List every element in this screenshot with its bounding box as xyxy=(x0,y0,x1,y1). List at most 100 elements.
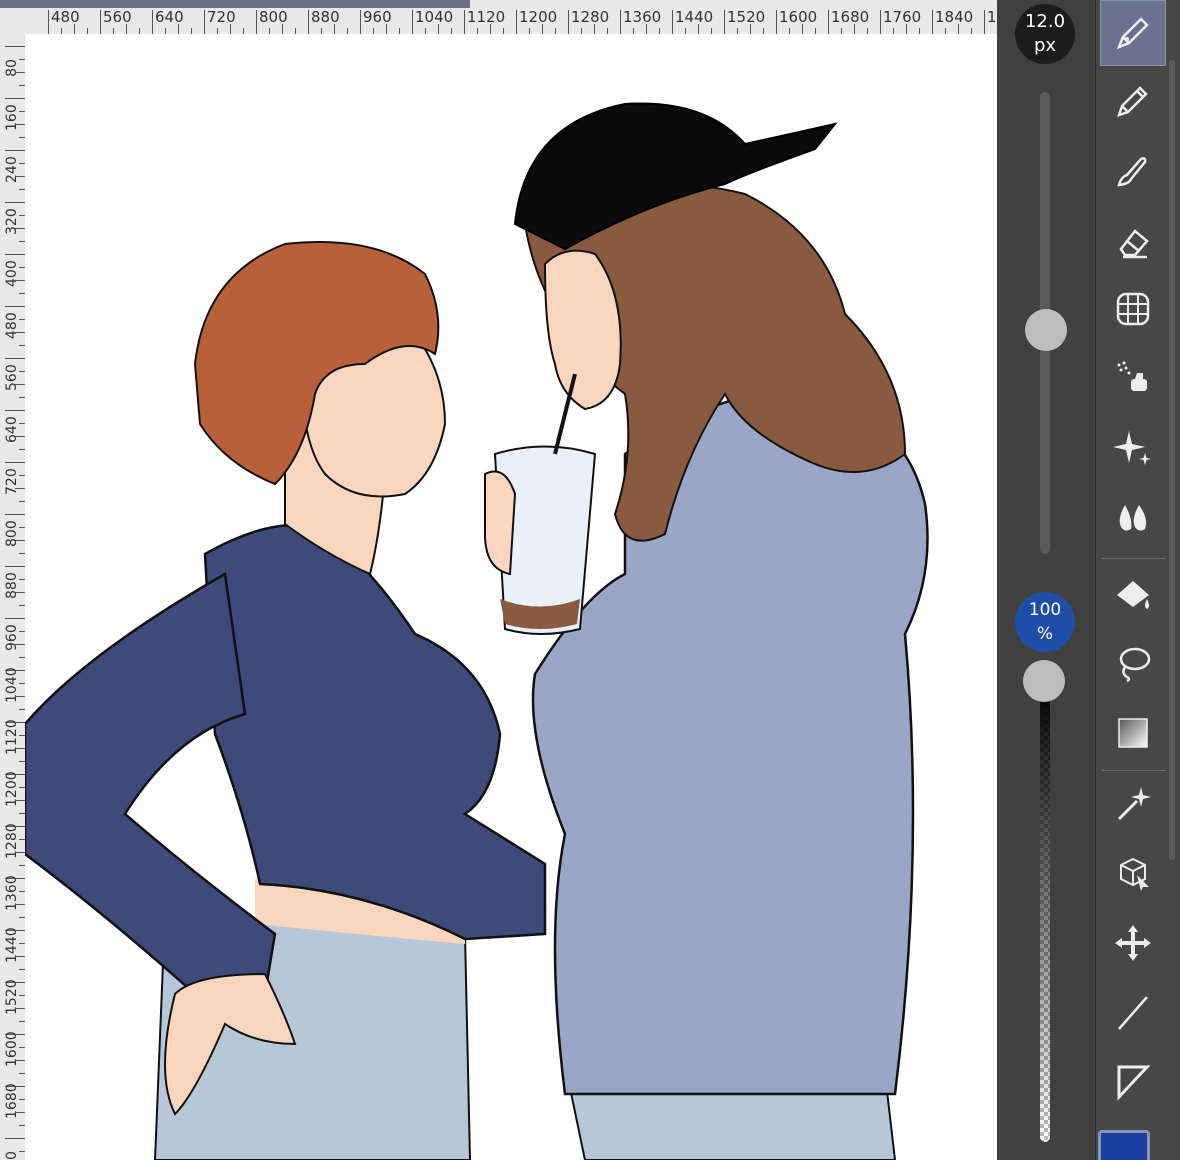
top-ruler-label: 1760 xyxy=(883,8,922,26)
left-ruler-label: 320 xyxy=(4,208,20,235)
top-ruler-label: 1840 xyxy=(935,8,974,26)
top-ruler-label: 19 xyxy=(987,8,997,26)
top-ruler-minor-tick xyxy=(74,24,75,34)
gradient-icon xyxy=(1118,718,1148,748)
polyline-icon xyxy=(1117,1065,1151,1101)
tool-blend-drops[interactable] xyxy=(1100,484,1166,550)
3d-object-select-icon xyxy=(1120,857,1149,891)
left-ruler-minor-tick xyxy=(15,124,25,125)
top-ruler-label: 1680 xyxy=(831,8,870,26)
top-ruler-minor-tick xyxy=(490,24,491,34)
top-ruler-minor-tick xyxy=(386,24,387,34)
tool-fill-bucket[interactable] xyxy=(1100,564,1166,630)
left-ruler-minor-tick xyxy=(15,436,25,437)
left-ruler-minor-tick xyxy=(15,332,25,333)
tool-lasso[interactable] xyxy=(1100,630,1166,696)
document-tab-strip[interactable] xyxy=(0,0,470,8)
tool-line[interactable] xyxy=(1100,980,1166,1046)
left-ruler-tick xyxy=(5,46,25,47)
top-ruler-label: 1360 xyxy=(623,8,662,26)
main-color-swatch[interactable] xyxy=(1098,1130,1150,1160)
left-ruler-label: 960 xyxy=(4,624,20,651)
tool-polyline[interactable] xyxy=(1100,1048,1166,1114)
left-ruler-tick xyxy=(5,98,25,99)
left-ruler-minor-tick xyxy=(15,592,25,593)
left-ruler: 80 160 240 320 400 480 560 640 720 800 880 960 1040 1… xyxy=(0,34,25,1160)
top-ruler-tick xyxy=(516,10,517,34)
top-ruler-tick xyxy=(568,10,569,34)
top-ruler-minor-tick xyxy=(958,24,959,34)
tool-bar-scrollbar[interactable] xyxy=(1169,60,1175,860)
top-ruler-label: 1200 xyxy=(519,8,558,26)
left-figure-shirt xyxy=(203,523,547,941)
left-ruler-minor-tick xyxy=(15,176,25,177)
line-icon xyxy=(1118,996,1148,1030)
top-ruler-label: 960 xyxy=(363,8,392,26)
drawing-canvas[interactable] xyxy=(25,34,997,1160)
brush-opacity-slider-handle[interactable] xyxy=(1023,660,1065,702)
magic-wand-icon xyxy=(1117,787,1151,821)
tool-transform-grid[interactable] xyxy=(1100,276,1166,342)
top-ruler-label: 880 xyxy=(311,8,340,26)
brush-size-indicator: 12.0 px xyxy=(1015,4,1075,64)
tool-3d-object-select[interactable] xyxy=(1100,840,1166,906)
top-ruler-label: 720 xyxy=(207,8,236,26)
left-ruler-label: 1040 xyxy=(4,667,20,703)
left-ruler-label: 1520 xyxy=(4,979,20,1015)
tool-sparkle-decoration[interactable] xyxy=(1100,414,1166,480)
top-ruler-tick xyxy=(256,10,257,34)
left-ruler-label: 560 xyxy=(4,364,20,391)
left-ruler-minor-tick xyxy=(15,1008,25,1009)
tool-brush[interactable] xyxy=(1100,138,1166,204)
left-ruler-minor-tick xyxy=(15,384,25,385)
tool-pen[interactable] xyxy=(1100,0,1166,66)
top-ruler-tick xyxy=(204,10,205,34)
pencil-icon xyxy=(1117,86,1148,117)
top-ruler-tick xyxy=(152,10,153,34)
left-ruler-minor-tick xyxy=(15,956,25,957)
brush-opacity-indicator: 100 % xyxy=(1015,592,1075,652)
top-ruler-tick xyxy=(932,10,933,34)
tool-airbrush[interactable] xyxy=(1100,344,1166,410)
tool-eraser[interactable] xyxy=(1100,208,1166,274)
left-ruler-minor-tick xyxy=(15,488,25,489)
top-ruler-minor-tick xyxy=(126,24,127,34)
lasso-icon xyxy=(1119,647,1151,683)
top-ruler-label: 1600 xyxy=(779,8,818,26)
brush-size-slider-handle[interactable] xyxy=(1025,309,1067,351)
brush-opacity-value: 100 xyxy=(1028,600,1062,620)
left-ruler-minor-tick xyxy=(15,748,25,749)
left-ruler-label: 1120 xyxy=(4,719,20,755)
top-ruler-tick xyxy=(984,10,985,34)
top-ruler-label: 1520 xyxy=(727,8,766,26)
left-ruler-minor-tick xyxy=(15,280,25,281)
left-ruler-tick xyxy=(5,1138,25,1139)
brush-size-unit: px xyxy=(1033,35,1057,56)
tool-gradient[interactable] xyxy=(1100,700,1166,766)
left-ruler-tick xyxy=(5,566,25,567)
top-ruler-tick xyxy=(880,10,881,34)
left-ruler-label: 160 xyxy=(4,104,20,131)
top-ruler-tick xyxy=(620,10,621,34)
left-ruler-label: 1680 xyxy=(4,1083,20,1119)
fill-bucket-icon xyxy=(1117,581,1149,609)
left-ruler-tick xyxy=(5,410,25,411)
left-ruler-label: 240 xyxy=(4,156,20,183)
top-ruler-tick xyxy=(100,10,101,34)
tool-move[interactable] xyxy=(1100,910,1166,976)
top-ruler-minor-tick xyxy=(750,24,751,34)
right-hand xyxy=(484,470,517,576)
left-ruler-minor-tick xyxy=(15,904,25,905)
tool-pencil[interactable] xyxy=(1100,68,1166,134)
brush-slider-column: 12.0 px 100 % xyxy=(997,0,1095,1160)
top-ruler-minor-tick xyxy=(646,24,647,34)
left-ruler-label: 1280 xyxy=(4,823,20,859)
tool-bar xyxy=(1095,0,1180,1160)
top-ruler-minor-tick xyxy=(802,24,803,34)
left-ruler-label: 800 xyxy=(4,520,20,547)
top-ruler-tick xyxy=(776,10,777,34)
tool-magic-wand[interactable] xyxy=(1100,770,1166,836)
left-ruler-minor-tick xyxy=(15,72,25,73)
top-ruler-label: 1440 xyxy=(675,8,714,26)
brush-opacity-slider[interactable] xyxy=(1040,680,1050,1142)
